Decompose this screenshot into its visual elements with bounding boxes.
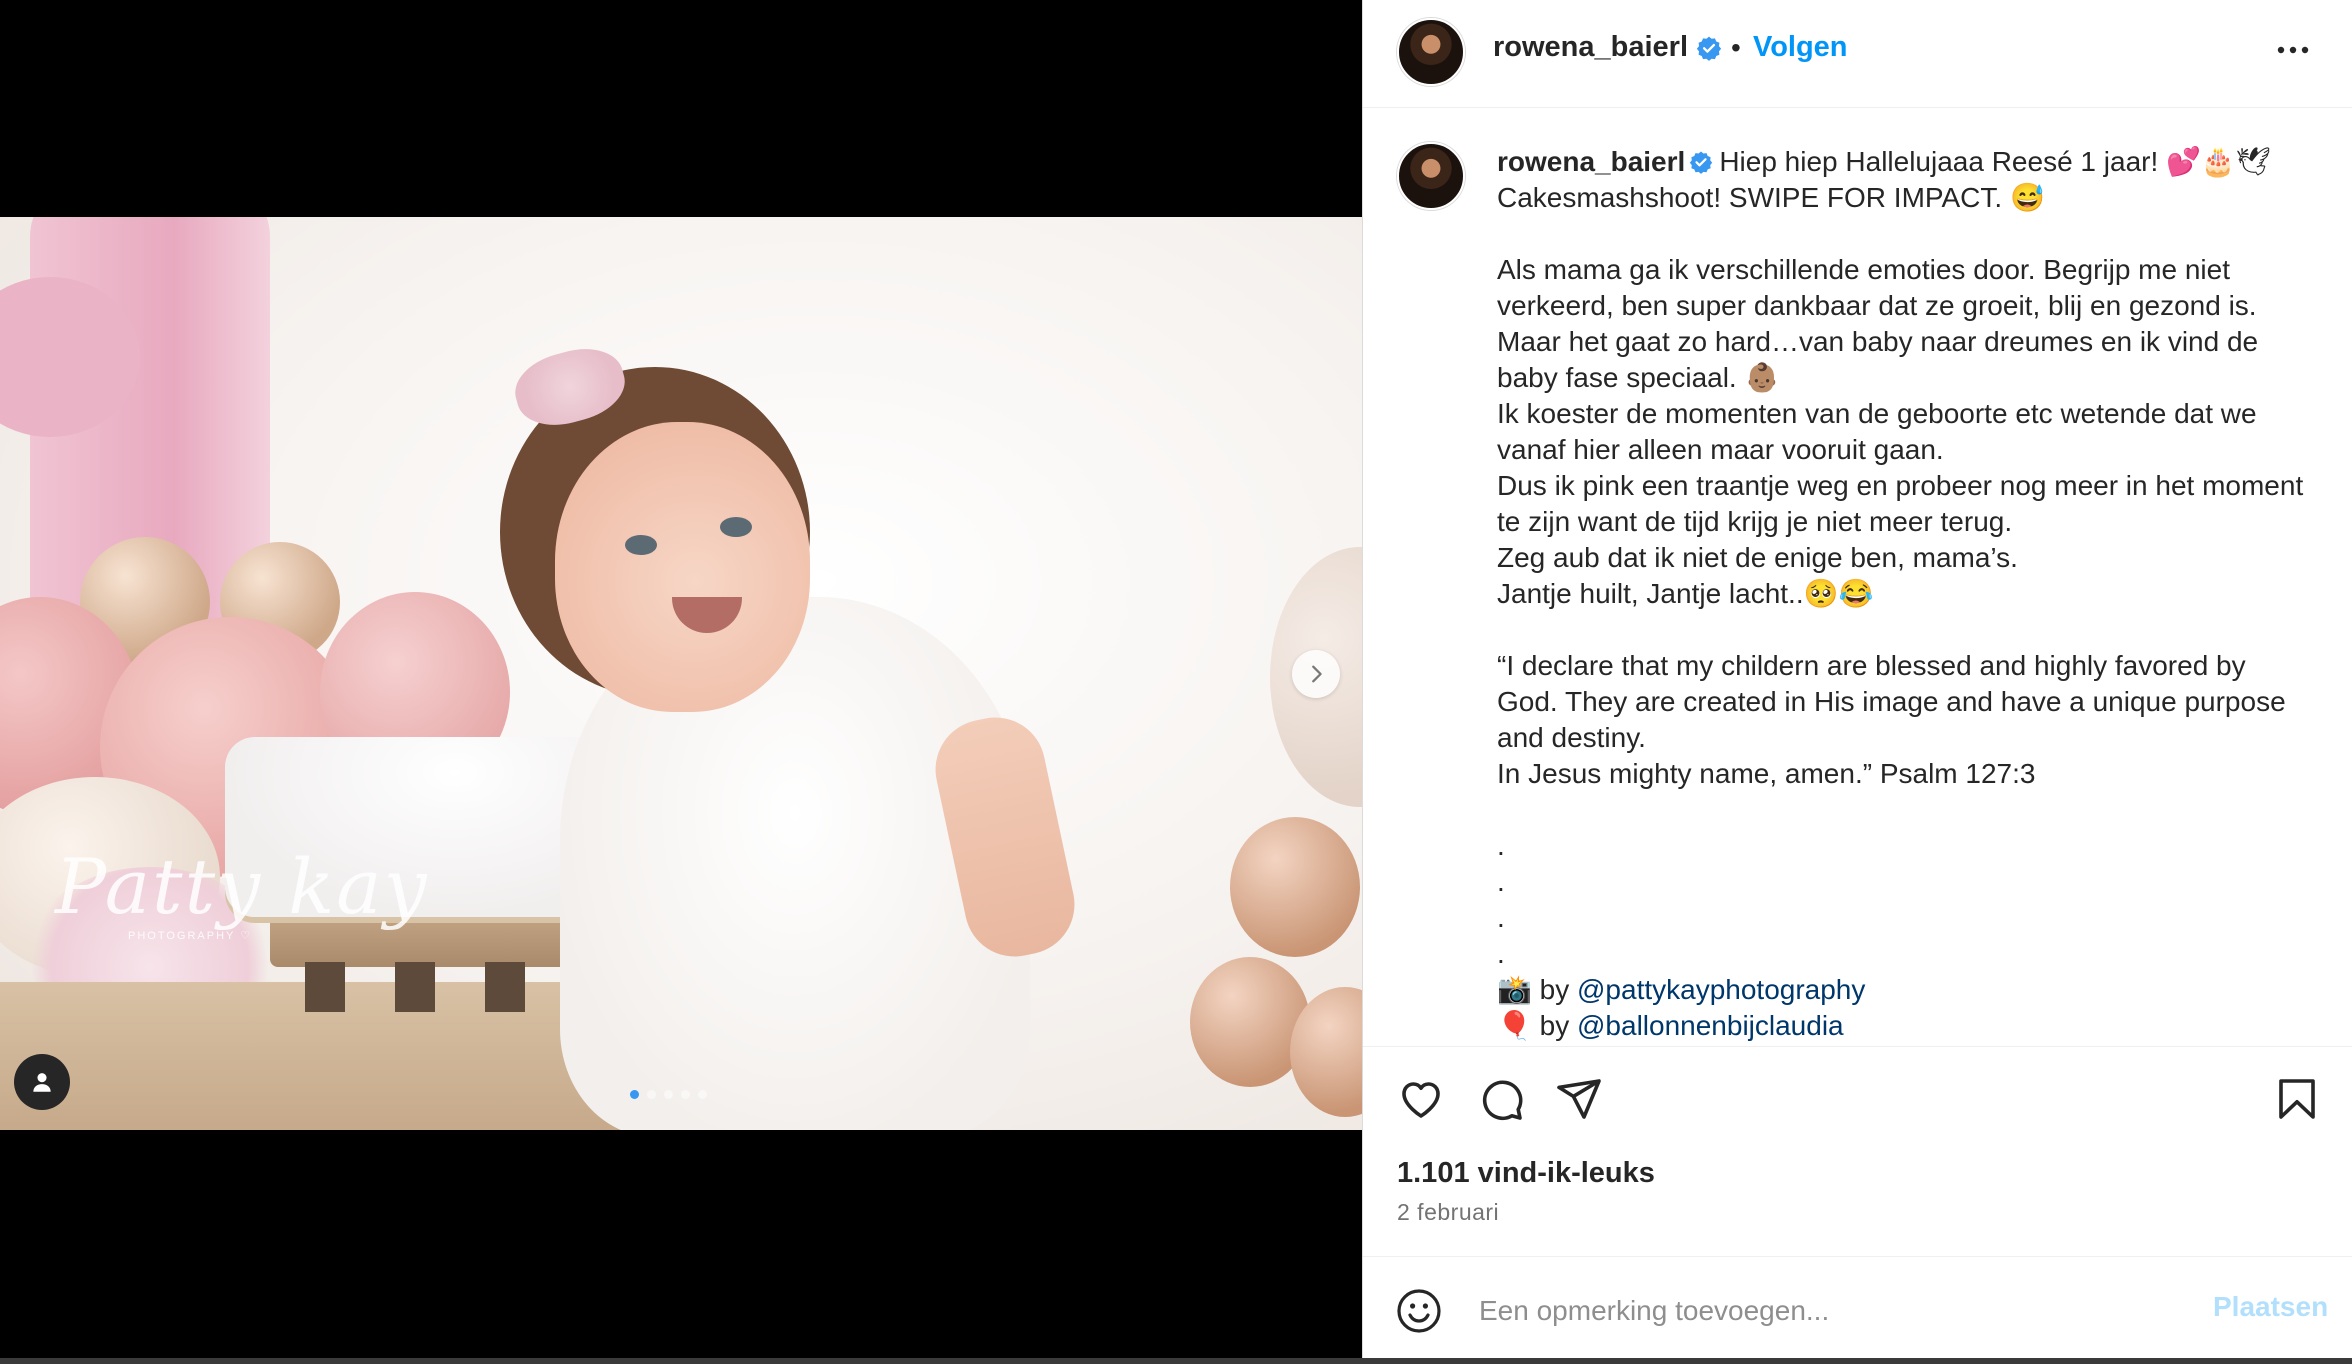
author-username[interactable]: rowena_baierl xyxy=(1493,31,1688,63)
baby-face xyxy=(555,422,810,712)
carousel-dot xyxy=(630,1090,639,1099)
more-options-button[interactable] xyxy=(2273,38,2313,67)
verified-badge-icon xyxy=(1690,151,1713,174)
header-separator: • xyxy=(1731,32,1741,63)
caption-scroll-area[interactable]: rowena_baierl Hiep hiep Hallelujaaa Reesé… xyxy=(1363,108,2352,1046)
photographer-watermark: Patty kay xyxy=(55,842,429,931)
user-tags-button[interactable] xyxy=(14,1054,70,1110)
post-date: 2 februari xyxy=(1397,1199,1500,1225)
comment-icon xyxy=(1482,1080,1523,1121)
save-button[interactable] xyxy=(2273,1075,2321,1128)
comment-input[interactable] xyxy=(1477,1287,2141,1335)
window-bottom-edge xyxy=(0,1358,2352,1364)
caption-author-avatar[interactable] xyxy=(1397,142,1465,210)
comment-bar: Plaatsen xyxy=(1363,1256,2352,1364)
share-button[interactable] xyxy=(1555,1075,1603,1128)
heart-icon xyxy=(1402,1082,1440,1118)
chevron-right-icon xyxy=(1312,665,1322,683)
likes-count[interactable]: 1.101 vind-ik-leuks xyxy=(1397,1157,1655,1190)
send-icon xyxy=(1557,1079,1601,1119)
baby-eye-right xyxy=(720,517,752,537)
follow-button[interactable]: Volgen xyxy=(1753,31,1848,64)
emoji-icon xyxy=(1397,1289,1441,1333)
photographer-watermark-sub: PHOTOGRAPHY ♡ xyxy=(128,930,253,942)
user-tag-icon xyxy=(33,1073,51,1092)
post-actions: 1.101 vind-ik-leuks 2 februari xyxy=(1363,1046,2352,1257)
post-photo[interactable]: Patty kay PHOTOGRAPHY ♡ xyxy=(0,217,1362,1130)
post-comment-button[interactable]: Plaatsen xyxy=(2213,1291,2328,1323)
comment-button[interactable] xyxy=(1477,1075,1525,1128)
balloon-right-gold-1 xyxy=(1230,817,1360,957)
post-side-panel: rowena_baierl • Volgen rowena_baierl Hiep… xyxy=(1362,0,2352,1364)
carousel-next-button[interactable] xyxy=(1292,650,1340,698)
post-header: rowena_baierl • Volgen xyxy=(1363,0,2352,108)
header-username-row: rowena_baierl xyxy=(1493,31,1722,64)
caption: rowena_baierl Hiep hiep Hallelujaaa Reesé… xyxy=(1497,144,2307,1044)
carousel-dot xyxy=(698,1090,707,1099)
author-avatar[interactable] xyxy=(1397,18,1465,86)
carousel-indicator xyxy=(630,1090,707,1099)
credit-photo-link[interactable]: @pattykayphotography xyxy=(1577,974,1865,1005)
carousel-dot xyxy=(664,1090,673,1099)
carousel-dot xyxy=(647,1090,656,1099)
baby-eye-left xyxy=(625,535,657,555)
credit-photo-prefix: 📸 by xyxy=(1497,974,1577,1005)
caption-username[interactable]: rowena_baierl xyxy=(1497,146,1685,177)
emoji-button[interactable] xyxy=(1395,1287,1443,1340)
caption-text: Hiep hiep Hallelujaaa Reesé 1 jaar! 💕🎂🕊 … xyxy=(1497,146,2304,969)
credit-balloons-prefix: 🎈 by xyxy=(1497,1010,1577,1041)
verified-badge-icon xyxy=(1696,36,1722,62)
carousel-dot xyxy=(681,1090,690,1099)
more-icon xyxy=(2277,46,2309,54)
cake-stand-legs xyxy=(305,962,595,1012)
like-button[interactable] xyxy=(1397,1075,1445,1128)
bookmark-icon xyxy=(2279,1079,2315,1119)
credit-balloons-link[interactable]: @ballonnenbijclaudia xyxy=(1577,1010,1844,1041)
post-media: Patty kay PHOTOGRAPHY ♡ xyxy=(0,0,1362,1364)
